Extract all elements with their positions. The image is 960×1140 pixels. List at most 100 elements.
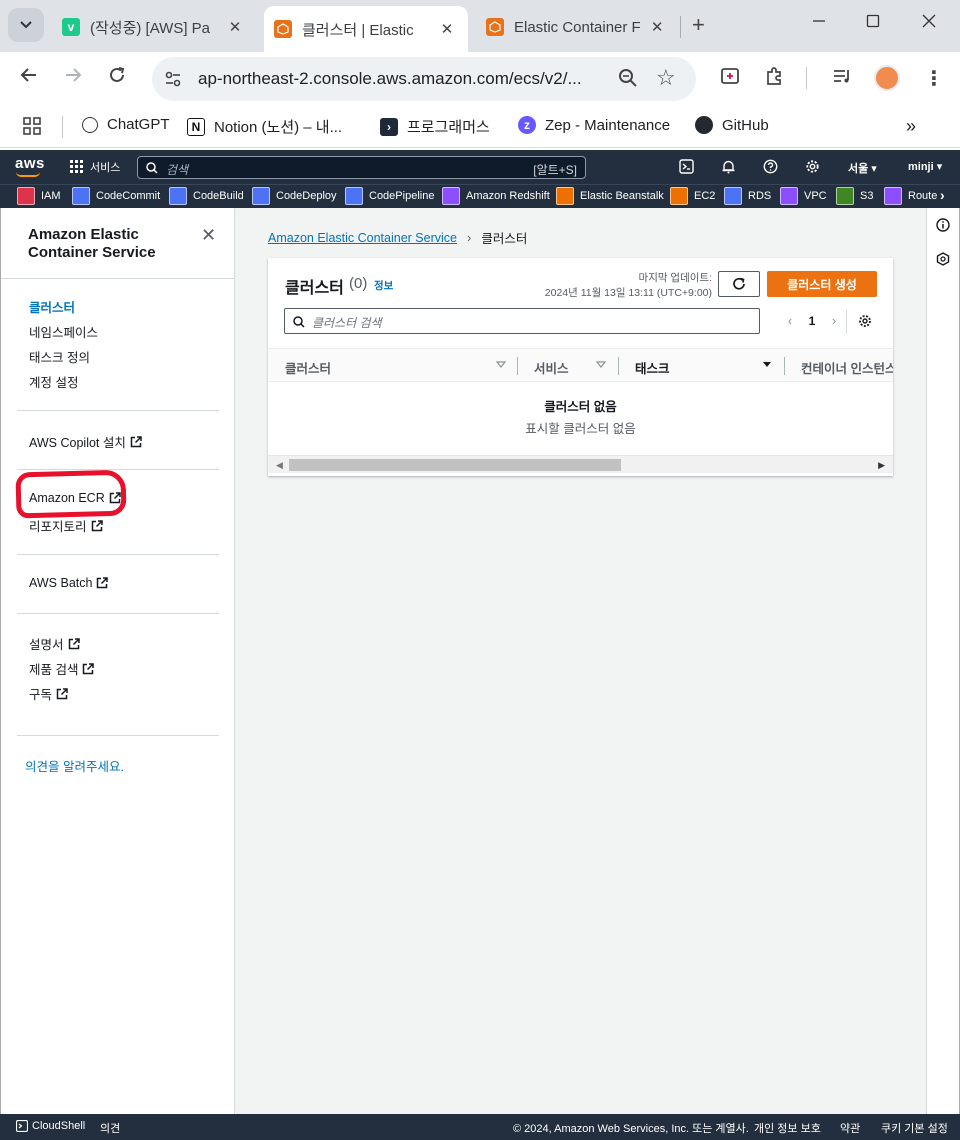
close-window-button[interactable] [922,14,936,33]
horizontal-scrollbar[interactable]: ◀ ▶ [268,455,893,473]
account-menu[interactable]: minji ▾ [908,160,942,173]
maximize-button[interactable] [866,14,880,33]
column-header-cluster[interactable]: 클러스터 [285,358,331,377]
minimize-button[interactable] [812,14,826,33]
info-panel-icon[interactable] [936,218,950,235]
address-bar[interactable]: ap-northeast-2.console.aws.amazon.com/ec… [152,57,696,101]
favorite-ec2[interactable]: EC2 [670,187,715,205]
settings-gear-icon[interactable] [805,159,820,177]
bookmark-star-icon[interactable]: ☆ [656,65,676,91]
favorites-scroll-right-icon[interactable]: › [940,187,945,203]
codedeploy-icon [252,187,270,205]
extensions-icon[interactable] [764,66,784,89]
tutorial-panel-icon[interactable] [936,252,950,269]
cloudshell-button[interactable]: CloudShell [16,1120,85,1132]
help-icon[interactable] [763,159,778,177]
sidebar-link-aws-batch[interactable]: AWS Batch [29,576,109,590]
forward-button[interactable] [60,66,86,90]
footer-feedback-link[interactable]: 의견 [100,1120,120,1136]
footer-terms-link[interactable]: 약관 [840,1120,860,1136]
apps-grid-icon[interactable] [22,116,42,136]
create-cluster-button[interactable]: 클러스터 생성 [767,271,877,297]
zoom-icon[interactable] [618,68,638,91]
column-header-container-instances[interactable]: 컨테이너 인스턴스 [801,358,893,377]
bookmark-label: ChatGPT [107,116,170,133]
sidebar-link-repositories[interactable]: 리포지토리 [29,516,103,535]
scroll-left-icon[interactable]: ◀ [276,460,283,471]
reload-button[interactable] [104,66,130,90]
sidebar-feedback-link[interactable]: 의견을 알려주세요. [25,756,124,775]
bookmark-chatgpt[interactable]: ChatGPT [82,116,170,133]
favorite-codepipeline[interactable]: CodePipeline [345,187,434,205]
scroll-right-icon[interactable]: ▶ [878,460,885,471]
favorite-codedeploy[interactable]: CodeDeploy [252,187,337,205]
tab-close-icon[interactable]: ✕ [648,18,666,36]
bookmark-programmers[interactable]: › 프로그래머스 [380,116,490,137]
cluster-search-input[interactable]: 클러스터 검색 [284,308,760,334]
elastic-beanstalk-icon [556,187,574,205]
table-preferences-gear-icon[interactable] [858,314,872,331]
sidebar-link-copilot[interactable]: AWS Copilot 설치 [29,432,142,451]
new-tab-button[interactable]: + [692,12,705,38]
sidebar-link-subscribe[interactable]: 구독 [29,684,68,703]
column-header-services[interactable]: 서비스 [534,358,569,377]
breadcrumb: Amazon Elastic Container Service › 클러스터 [268,228,527,247]
sidebar-item-clusters[interactable]: 클러스터 [29,297,75,316]
sidebar-close-icon[interactable]: ✕ [201,225,216,246]
tab-close-icon[interactable]: ✕ [226,18,244,36]
tab-search-button[interactable] [8,8,44,42]
sidebar-divider [17,469,219,470]
column-header-tasks[interactable]: 태스크 [635,358,670,377]
aws-logo[interactable]: aws [15,155,45,172]
browser-tab-3[interactable]: Elastic Container F ✕ [476,6,676,48]
sidebar-item-task-definitions[interactable]: 태스크 정의 [29,347,90,366]
cloudshell-icon[interactable] [679,159,694,177]
refresh-button[interactable] [718,271,760,297]
sidebar-link-documentation[interactable]: 설명서 [29,634,80,653]
favorite-rds[interactable]: RDS [724,187,771,205]
browser-menu-icon[interactable]: ⋮ [924,66,944,91]
more-bookmarks-icon[interactable]: » [906,116,916,137]
favorite-codecommit[interactable]: CodeCommit [72,187,160,205]
ec2-icon [670,187,688,205]
notifications-bell-icon[interactable] [721,159,736,177]
search-placeholder: 검색 [166,163,189,177]
region-selector[interactable]: 서울 ▾ [848,160,877,176]
favorite-codebuild[interactable]: CodeBuild [169,187,244,205]
sidebar-item-namespaces[interactable]: 네임스페이스 [29,322,98,341]
breadcrumb-root-link[interactable]: Amazon Elastic Container Service [268,231,457,245]
services-menu-button[interactable]: 서비스 [70,159,120,175]
favorite-s3[interactable]: S3 [836,187,873,205]
aws-search-input[interactable]: 검색 [알트+S] [137,156,586,179]
browser-tab-1[interactable]: v (작성중) [AWS] Pa ✕ [52,6,260,48]
sort-caret-icon[interactable] [496,360,506,370]
footer-cookie-preferences-link[interactable]: 쿠키 기본 설정 [881,1120,948,1136]
clusters-panel: 클러스터 (0) 정보 마지막 업데이트: 2024년 11월 13일 13:1… [268,258,893,476]
info-link[interactable]: 정보 [374,278,393,293]
favorite-elastic-beanstalk[interactable]: Elastic Beanstalk [556,187,664,205]
scrollbar-thumb[interactable] [289,459,621,471]
favorite-vpc[interactable]: VPC [780,187,827,205]
previous-page-icon[interactable]: ‹ [779,313,801,328]
profile-avatar[interactable] [874,65,900,91]
favorite-redshift[interactable]: Amazon Redshift [442,187,550,205]
browser-tab-2-active[interactable]: 클러스터 | Elastic ✕ [264,6,468,52]
current-page-number[interactable]: 1 [801,314,823,328]
tab-close-icon[interactable]: ✕ [438,20,456,38]
sidebar-link-product-search[interactable]: 제품 검색 [29,659,95,678]
media-controls-icon[interactable] [832,66,852,89]
site-info-icon[interactable] [164,70,182,91]
bookmark-notion[interactable]: N Notion (노션) – 내... [187,116,342,137]
favorite-iam[interactable]: IAM [17,187,61,205]
footer-privacy-link[interactable]: 개인 정보 보호 [754,1120,821,1136]
back-button[interactable] [16,66,42,90]
bookmark-zep[interactable]: z Zep - Maintenance [518,116,670,134]
favorite-route53[interactable]: Route [884,187,937,205]
next-page-icon[interactable]: › [823,313,845,328]
sidebar-item-account-settings[interactable]: 계정 설정 [29,372,78,391]
tab-groups-icon[interactable] [720,66,740,89]
bookmark-github[interactable]: GitHub [695,116,769,134]
sort-caret-filled-icon[interactable] [762,360,772,370]
aws-top-nav: aws 서비스 검색 [알트+S] 서울 ▾ minji ▾ [0,150,960,184]
sort-caret-icon[interactable] [596,360,606,370]
